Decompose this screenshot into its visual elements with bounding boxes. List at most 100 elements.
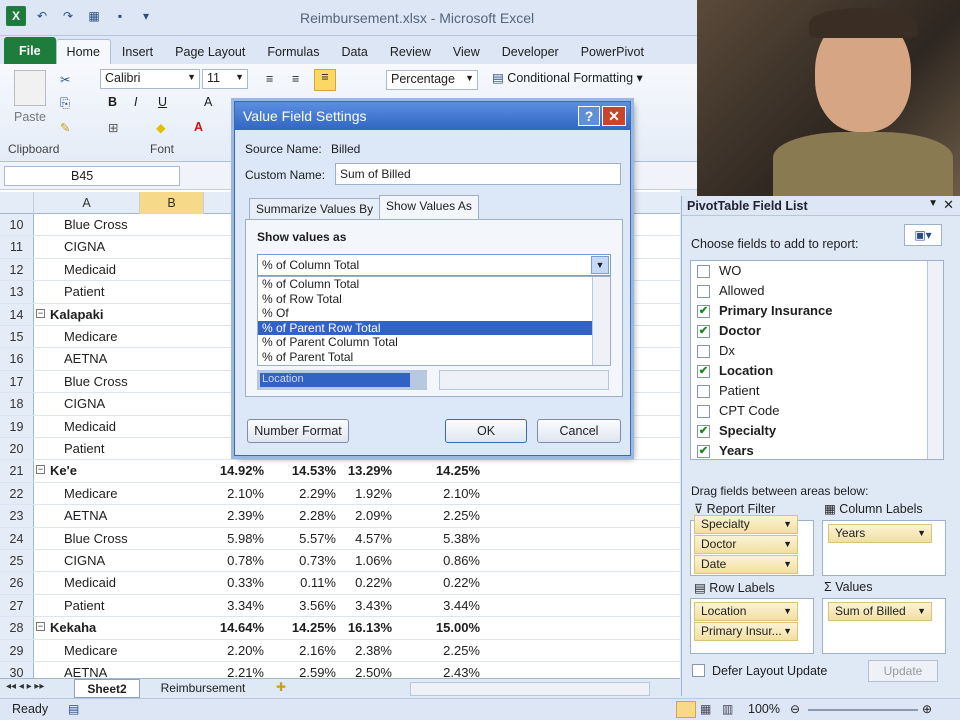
underline-icon[interactable]: U xyxy=(158,95,167,109)
row-number[interactable]: 21 xyxy=(0,460,34,482)
row-number[interactable]: 29 xyxy=(0,639,34,661)
field-item[interactable]: Patient xyxy=(691,381,943,401)
row-number[interactable]: 11 xyxy=(0,236,34,258)
show-values-as-list[interactable]: % of Column Total% of Row Total% Of% of … xyxy=(257,276,611,366)
close-icon[interactable]: ✕ xyxy=(602,106,626,126)
align-center-icon[interactable]: ≡ xyxy=(292,72,299,86)
field-checkbox[interactable] xyxy=(697,385,710,398)
cut-icon[interactable]: ✂ xyxy=(60,72,70,87)
save-icon[interactable]: ▪ xyxy=(110,6,130,26)
tab-insert[interactable]: Insert xyxy=(111,39,164,64)
zoom-out-icon[interactable]: ⊖ xyxy=(790,702,800,716)
row-number[interactable]: 16 xyxy=(0,348,34,370)
field-checkbox[interactable]: ✔ xyxy=(697,445,710,458)
area-field-chip[interactable]: Specialty ▼ xyxy=(694,515,798,534)
field-item[interactable]: Allowed xyxy=(691,281,943,301)
row-number[interactable]: 24 xyxy=(0,527,34,549)
area-field-chip[interactable]: Years ▼ xyxy=(828,524,932,543)
row-number[interactable]: 10 xyxy=(0,214,34,236)
row-number[interactable]: 28 xyxy=(0,617,34,639)
align-left-icon[interactable]: ≡ xyxy=(266,72,273,86)
table-row[interactable]: 23 AETNA 2.39% 2.28% 2.09% 2.25% xyxy=(0,505,680,528)
field-item[interactable]: ✔ Primary Insurance xyxy=(691,301,943,321)
number-format-button[interactable]: Number Format xyxy=(247,419,349,443)
dropdown-arrow-icon[interactable]: ▼ xyxy=(591,256,609,274)
table-row[interactable]: 21 Ke'e − 14.92% 14.53% 13.29% 14.25% xyxy=(0,460,680,483)
field-item[interactable]: ✔ Location xyxy=(691,361,943,381)
row-number[interactable]: 19 xyxy=(0,415,34,437)
font-name-combo[interactable]: Calibri ▼ xyxy=(100,69,200,89)
column-header-a[interactable]: A xyxy=(34,192,140,214)
field-item[interactable]: WO xyxy=(691,261,943,281)
page-break-view-icon[interactable]: ▥ xyxy=(722,702,733,716)
name-box[interactable]: B45 xyxy=(4,166,180,186)
row-number[interactable]: 27 xyxy=(0,594,34,617)
field-checkbox[interactable]: ✔ xyxy=(697,425,710,438)
field-checkbox[interactable]: ✔ xyxy=(697,325,710,338)
field-checkbox[interactable]: ✔ xyxy=(697,365,710,378)
row-number[interactable]: 15 xyxy=(0,326,34,348)
row-number[interactable]: 14 xyxy=(0,303,34,325)
field-checkbox[interactable] xyxy=(697,285,710,298)
page-layout-view-icon[interactable]: ▦ xyxy=(700,702,711,716)
area-field-chip[interactable]: Sum of Billed ▼ xyxy=(828,602,932,621)
zoom-slider[interactable] xyxy=(808,709,918,711)
row-number[interactable]: 22 xyxy=(0,482,34,505)
normal-view-icon[interactable] xyxy=(676,701,696,718)
tab-page-layout[interactable]: Page Layout xyxy=(164,39,256,64)
format-painter-icon[interactable]: ✎ xyxy=(60,120,70,135)
area-field-chip[interactable]: Location ▼ xyxy=(694,602,798,621)
option-item[interactable]: % of Row Total xyxy=(258,292,610,307)
italic-icon[interactable]: I xyxy=(134,95,137,109)
table-row[interactable]: 28 Kekaha − 14.64% 14.25% 16.13% 15.00% xyxy=(0,617,680,640)
field-checkbox[interactable] xyxy=(697,405,710,418)
field-item[interactable]: ✔ Doctor xyxy=(691,321,943,341)
sheet-tab-reimbursement[interactable]: Reimbursement xyxy=(144,679,262,698)
tab-home[interactable]: Home xyxy=(55,39,111,64)
sheet-tab-sheet2[interactable]: Sheet2 xyxy=(74,679,140,698)
ok-button[interactable]: OK xyxy=(445,419,527,443)
chip-dropdown-icon[interactable]: ▼ xyxy=(783,603,792,620)
option-item[interactable]: % of Parent Row Total xyxy=(258,320,610,335)
chip-dropdown-icon[interactable]: ▼ xyxy=(783,556,792,573)
tab-formulas[interactable]: Formulas xyxy=(256,39,330,64)
bold-icon[interactable]: B xyxy=(108,95,117,109)
borders-icon[interactable]: ⊞ xyxy=(108,120,118,135)
table-row[interactable]: 27 Patient 3.34% 3.56% 3.43% 3.44% xyxy=(0,594,680,618)
zoom-in-icon[interactable]: ⊕ xyxy=(922,702,932,716)
column-header-b[interactable]: B xyxy=(140,192,204,214)
collapse-icon[interactable]: − xyxy=(36,465,45,475)
select-all-corner[interactable] xyxy=(0,192,34,214)
row-number[interactable]: 23 xyxy=(0,505,34,527)
row-number[interactable]: 25 xyxy=(0,550,34,572)
field-item[interactable]: ✔ Years xyxy=(691,441,943,461)
tab-show-values-as[interactable]: Show Values As xyxy=(379,195,479,220)
field-item[interactable]: CPT Code xyxy=(691,401,943,421)
field-checkbox[interactable]: ✔ xyxy=(697,305,710,318)
insert-sheet-icon[interactable]: ✚ xyxy=(276,680,286,694)
grow-font-icon[interactable]: A xyxy=(204,95,212,109)
row-number[interactable]: 13 xyxy=(0,281,34,303)
chip-dropdown-icon[interactable]: ▼ xyxy=(783,516,792,533)
field-item[interactable]: Dx xyxy=(691,341,943,361)
chip-dropdown-icon[interactable]: ▼ xyxy=(783,623,792,640)
number-format-combo[interactable]: Percentage ▼ xyxy=(386,70,478,90)
copy-icon[interactable]: ⎘ xyxy=(60,96,70,111)
redo-icon[interactable]: ↷ xyxy=(58,6,78,26)
table-row[interactable]: 29 Medicare 2.20% 2.16% 2.38% 2.25% xyxy=(0,639,680,662)
tab-data[interactable]: Data xyxy=(330,39,378,64)
list-scrollbar[interactable] xyxy=(592,277,610,365)
pane-close-icon[interactable]: ✕ xyxy=(943,197,954,213)
macro-record-icon[interactable]: ▤ xyxy=(68,702,79,716)
font-color-icon[interactable]: A xyxy=(194,120,203,134)
cancel-button[interactable]: Cancel xyxy=(537,419,621,443)
tab-powerpivot[interactable]: PowerPivot xyxy=(570,39,655,64)
tab-developer[interactable]: Developer xyxy=(491,39,570,64)
row-number[interactable]: 12 xyxy=(0,258,34,281)
help-icon[interactable]: ? xyxy=(578,106,600,126)
pane-options-icon[interactable]: ▼ xyxy=(928,198,938,209)
field-checkbox[interactable] xyxy=(697,265,710,278)
field-list-scrollbar[interactable] xyxy=(927,261,943,459)
custom-name-input[interactable]: Sum of Billed xyxy=(335,163,621,185)
conditional-formatting-button[interactable]: ▤ Conditional Formatting ▾ xyxy=(492,70,643,85)
